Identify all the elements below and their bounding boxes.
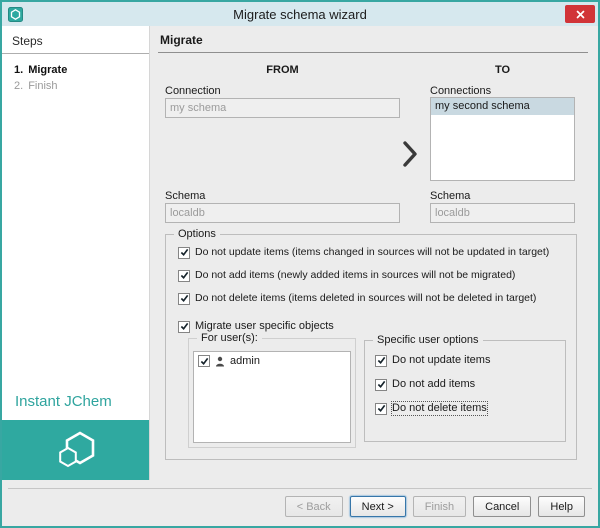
button-row: < Back Next > Finish Cancel Help (285, 496, 585, 517)
connections-list[interactable]: my second schema (430, 97, 575, 181)
checkbox-box (375, 355, 387, 367)
sidebar-spacer (2, 106, 149, 393)
check-icon (180, 271, 189, 280)
checkbox-specific-do-not-update[interactable]: Do not update items (375, 354, 490, 367)
checkbox-box[interactable] (198, 355, 210, 367)
check-icon (180, 248, 189, 257)
checkbox-label: Do not delete items (items deleted in so… (195, 292, 536, 305)
hexagon-logo-icon (52, 428, 100, 472)
window-title: Migrate schema wizard (2, 7, 598, 22)
schema-to-label: Schema (430, 190, 470, 202)
brand-logo (2, 420, 149, 480)
checkbox-do-not-update[interactable]: Do not update items (items changed in so… (178, 246, 549, 259)
titlebar[interactable]: Migrate schema wizard (2, 2, 598, 26)
steps-list: 1. Migrate 2. Finish (2, 54, 149, 106)
wizard-dialog: Migrate schema wizard Steps 1. Migrate 2… (0, 0, 600, 528)
checkbox-do-not-add[interactable]: Do not add items (newly added items in s… (178, 269, 515, 282)
next-button[interactable]: Next > (350, 496, 406, 517)
footer-bar: < Back Next > Finish Cancel Help (2, 480, 598, 526)
for-users-group: For user(s): admin (188, 338, 356, 448)
checkbox-specific-do-not-add[interactable]: Do not add items (375, 378, 475, 391)
list-item[interactable]: my second schema (431, 98, 574, 115)
check-icon (200, 357, 209, 366)
step-number: 1. (14, 64, 23, 76)
migrate-direction-arrow (402, 140, 418, 168)
brand-text: Instant JChem (2, 393, 149, 420)
checkbox-box (178, 321, 190, 333)
checkbox-box (375, 379, 387, 391)
step-label: Migrate (28, 64, 67, 76)
steps-header: Steps (2, 26, 149, 54)
checkbox-label: Do not update items (392, 354, 490, 367)
steps-sidebar: Steps 1. Migrate 2. Finish Instant JChem (2, 26, 150, 480)
checkbox-label: Do not delete items (392, 402, 487, 415)
checkbox-box (178, 247, 190, 259)
check-icon (180, 322, 189, 331)
options-group: Options Do not update items (items chang… (165, 234, 577, 460)
specific-user-options-title: Specific user options (373, 334, 483, 346)
user-row-admin[interactable]: admin (194, 352, 350, 370)
check-icon (377, 380, 386, 389)
checkbox-box (178, 293, 190, 305)
app-hexagon-icon (8, 7, 23, 22)
options-group-title: Options (174, 228, 220, 240)
to-column-label: TO (430, 64, 575, 76)
dialog-content: Steps 1. Migrate 2. Finish Instant JChem (2, 26, 598, 480)
step-number: 2. (14, 80, 23, 92)
schema-from-label: Schema (165, 190, 205, 202)
checkbox-label: Do not add items (newly added items in s… (195, 269, 515, 282)
back-button: < Back (285, 496, 343, 517)
checkbox-do-not-delete[interactable]: Do not delete items (items deleted in so… (178, 292, 536, 305)
help-button[interactable]: Help (538, 496, 585, 517)
check-icon (180, 294, 189, 303)
checkbox-specific-do-not-delete[interactable]: Do not delete items (375, 402, 487, 415)
check-icon (377, 404, 386, 413)
for-users-title: For user(s): (197, 332, 262, 344)
checkbox-box (178, 270, 190, 282)
schema-to-field: localdb (430, 203, 575, 223)
schema-from-field: localdb (165, 203, 400, 223)
step-label: Finish (28, 80, 57, 92)
checkbox-box (375, 403, 387, 415)
cancel-button[interactable]: Cancel (473, 496, 531, 517)
connection-label: Connection (165, 85, 221, 97)
page-title: Migrate (160, 33, 203, 47)
person-icon (215, 356, 225, 367)
from-column-label: FROM (165, 64, 400, 76)
app-icon (8, 7, 23, 22)
close-icon (576, 10, 585, 19)
main-panel: Migrate FROM TO Connection my schema Con… (150, 26, 598, 480)
step-item-migrate: 1. Migrate (14, 64, 137, 76)
users-list[interactable]: admin (193, 351, 351, 443)
checkbox-label: Do not add items (392, 378, 475, 391)
chevron-right-icon (402, 140, 418, 168)
footer-divider (8, 488, 592, 489)
step-item-finish: 2. Finish (14, 80, 137, 92)
checkbox-label: Do not update items (items changed in so… (195, 246, 549, 259)
connection-field: my schema (165, 98, 400, 118)
specific-user-options-group: Specific user options Do not update item… (364, 340, 566, 442)
check-icon (377, 356, 386, 365)
connections-label: Connections (430, 85, 491, 97)
header-divider (158, 52, 588, 53)
close-button[interactable] (565, 5, 595, 23)
user-name: admin (230, 355, 260, 367)
finish-button: Finish (413, 496, 466, 517)
